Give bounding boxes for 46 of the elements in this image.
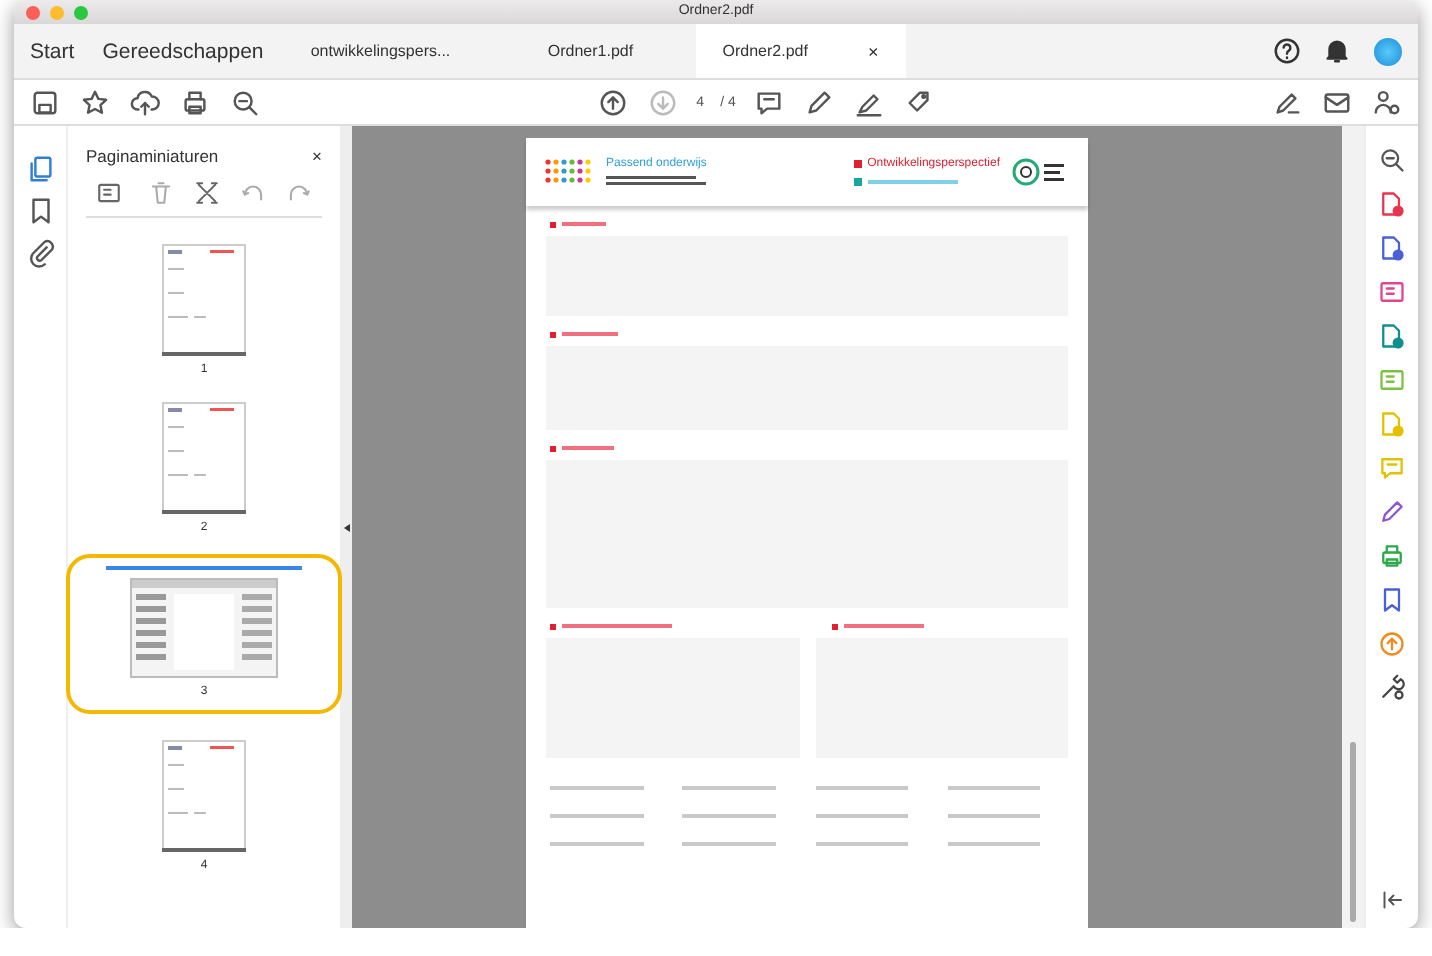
save-icon[interactable] — [30, 87, 60, 117]
pen-icon[interactable] — [803, 87, 834, 117]
avatar[interactable] — [1374, 37, 1402, 65]
crop-icon[interactable] — [194, 180, 220, 206]
print-icon[interactable] — [180, 87, 210, 117]
document-icon[interactable] — [1378, 234, 1406, 262]
pages-icon[interactable] — [25, 154, 55, 184]
section-heading-drawing — [550, 622, 672, 630]
logo-icon — [542, 156, 594, 188]
section-heading-drawing — [550, 220, 606, 228]
page-thumbnail[interactable] — [162, 244, 246, 356]
comment-icon[interactable] — [753, 87, 784, 117]
zoom-icon[interactable] — [1378, 146, 1406, 174]
document-icon[interactable] — [1378, 190, 1406, 218]
printer-icon[interactable] — [1378, 542, 1406, 570]
page-thumbnail[interactable] — [130, 578, 278, 678]
page-thumbnail[interactable] — [162, 740, 246, 852]
menu-tab[interactable]: Start — [18, 39, 87, 63]
zoom-out-icon[interactable] — [230, 87, 260, 117]
document-icon[interactable] — [1378, 322, 1406, 350]
layout-icon[interactable] — [1378, 278, 1406, 306]
upload-icon[interactable] — [130, 87, 160, 117]
tag-icon[interactable] — [903, 87, 934, 117]
user-icon[interactable] — [1372, 87, 1403, 117]
help-icon[interactable] — [1272, 36, 1302, 66]
mail-icon[interactable] — [1322, 87, 1353, 117]
panel-title: Paginaminiaturen — [86, 146, 219, 166]
attachment-icon[interactable] — [25, 238, 55, 268]
section-heading-drawing — [550, 330, 618, 338]
document-tab[interactable]: Ordner2.pdf × — [695, 24, 906, 78]
bell-icon[interactable] — [1322, 36, 1352, 66]
edit-icon[interactable] — [1272, 87, 1303, 117]
previous-page-icon[interactable] — [598, 87, 629, 117]
subtitle-drawing — [606, 176, 706, 186]
menu-tab[interactable]: Gereedschappen — [90, 39, 276, 63]
section-heading-drawing — [550, 444, 614, 452]
page-thumbnail[interactable] — [162, 402, 246, 514]
collapse-icon[interactable] — [1380, 888, 1404, 912]
wrench-icon[interactable] — [1378, 674, 1406, 702]
section-heading-drawing — [831, 622, 923, 630]
scrollbar[interactable] — [1350, 742, 1356, 922]
close-panel-button[interactable]: × — [312, 146, 322, 166]
pen-icon[interactable] — [1378, 498, 1406, 526]
star-icon[interactable] — [80, 87, 110, 117]
close-tab-button[interactable]: × — [867, 41, 879, 61]
layout-icon[interactable] — [96, 180, 122, 206]
